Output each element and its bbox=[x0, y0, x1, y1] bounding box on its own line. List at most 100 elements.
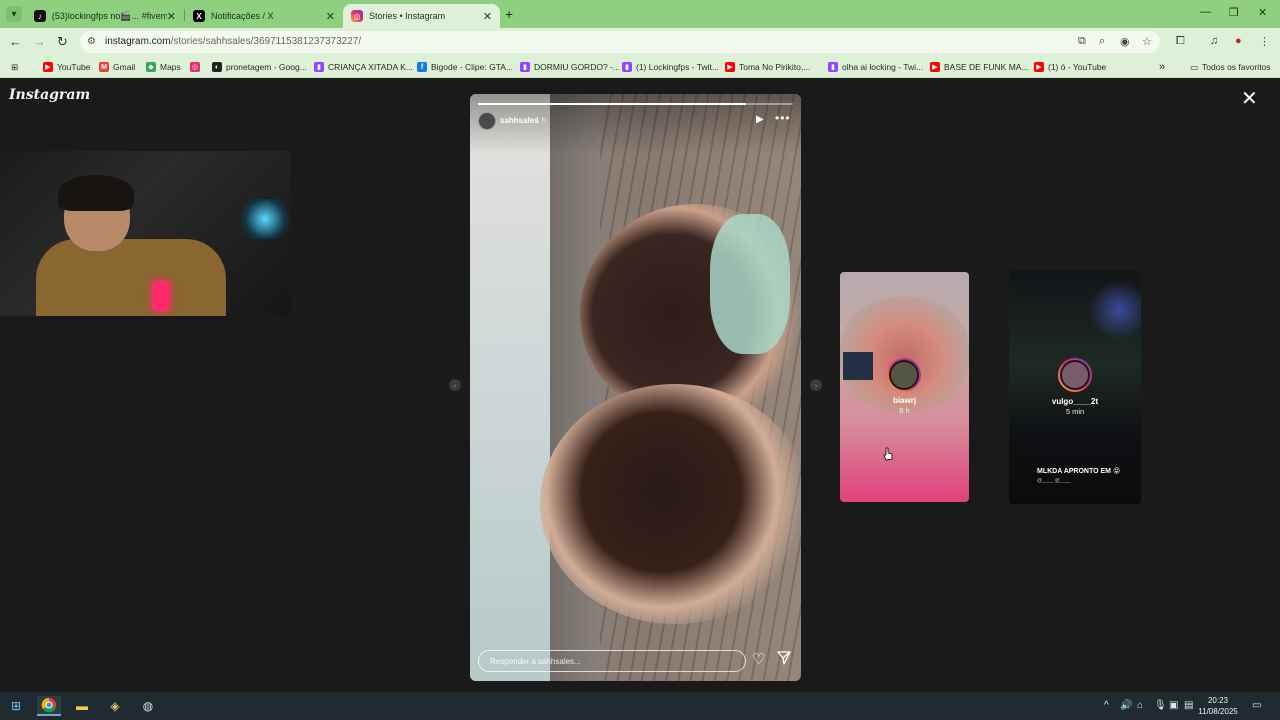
twitch-icon: ▮ bbox=[828, 62, 838, 72]
heart-icon[interactable]: ♡ bbox=[752, 650, 765, 668]
site-info-icon[interactable]: ⚙ bbox=[87, 36, 99, 48]
story-username[interactable]: sahhsales bbox=[500, 116, 539, 125]
bookmark-item[interactable]: M Gmail bbox=[99, 60, 135, 74]
network-icon[interactable]: ⌂ bbox=[1137, 700, 1143, 711]
play-icon[interactable]: ▶ bbox=[756, 114, 764, 125]
current-story[interactable]: sahhsales 1 h ▶ ••• Responder a sahhsale… bbox=[470, 94, 801, 681]
url-text[interactable]: instagram.com/stories/sahhsales/36971153… bbox=[105, 36, 361, 47]
story-thumbnail-detail bbox=[843, 352, 873, 380]
story-subject bbox=[710, 214, 790, 354]
tab-label: Stories • Instagram bbox=[369, 11, 446, 21]
star-icon[interactable]: ☆ bbox=[1142, 35, 1152, 48]
hand-cursor-icon bbox=[883, 447, 893, 461]
new-tab-button[interactable]: + bbox=[505, 6, 513, 22]
chrome-icon[interactable] bbox=[37, 696, 61, 716]
eye-off-icon[interactable]: ◉ bbox=[1120, 35, 1130, 48]
bookmark-item[interactable]: ◐ pronetagem - Goog... bbox=[212, 60, 307, 74]
restore-icon[interactable]: ❐ bbox=[1229, 6, 1239, 19]
bookmark-item[interactable]: ▶ Toma No Pirikito,... bbox=[725, 60, 810, 74]
profile-icon[interactable]: ● bbox=[1235, 35, 1242, 47]
next-story-icon[interactable]: › bbox=[810, 379, 822, 391]
previous-story-icon[interactable]: ‹ bbox=[449, 379, 461, 391]
all-bookmarks-button[interactable]: ▭ Todos os favoritos bbox=[1190, 60, 1271, 74]
next-story-vulgo[interactable]: vulgo____2t 5 min MLKDA APRONTO EM 😝 @__… bbox=[1009, 270, 1141, 504]
rgb-light bbox=[240, 199, 290, 239]
apps-icon[interactable]: ⊞ bbox=[11, 60, 18, 74]
instagram-logo[interactable]: Instagram bbox=[9, 87, 90, 103]
tiktok-icon: ♪ bbox=[34, 10, 46, 22]
story-ring-avatar bbox=[1058, 358, 1092, 392]
bookmark-label: pronetagem - Goog... bbox=[226, 62, 307, 72]
app-icon[interactable]: ◈ bbox=[103, 696, 127, 716]
reload-icon[interactable]: ↻ bbox=[57, 34, 68, 50]
tab-tiktok[interactable]: ♪ (53)lockingfps no🎬... #fivem ✕ bbox=[26, 4, 184, 28]
minimize-icon[interactable]: — bbox=[1200, 6, 1211, 18]
gmail-icon: M bbox=[99, 62, 109, 72]
volume-icon[interactable]: 🔊 bbox=[1120, 700, 1132, 711]
tab-instagram[interactable]: ◎ Stories • Instagram ✕ bbox=[343, 4, 500, 28]
bookmark-item[interactable]: ◎ bbox=[190, 60, 204, 74]
url-domain: instagram.com bbox=[105, 36, 171, 47]
bookmark-item[interactable]: ▮ (1) Lockingfps - Twit... bbox=[622, 60, 719, 74]
tab-label: (53)lockingfps no🎬... #fivem bbox=[51, 10, 167, 21]
send-icon[interactable] bbox=[776, 650, 792, 666]
bookmark-item[interactable]: ◆ Maps bbox=[146, 60, 181, 74]
tab-search-icon[interactable]: ▾ bbox=[6, 6, 22, 22]
story-avatar[interactable] bbox=[478, 112, 496, 130]
close-window-icon[interactable]: ✕ bbox=[1258, 6, 1267, 19]
clock[interactable]: 20:23 11/08/2025 bbox=[1196, 695, 1240, 717]
twitch-icon: ▮ bbox=[520, 62, 530, 72]
address-bar[interactable]: ⚙ instagram.com/stories/sahhsales/369711… bbox=[80, 31, 1160, 53]
stories-viewer: Instagram ✕ ‹ sahhsales 1 h ▶ ••• Respon… bbox=[0, 79, 1280, 692]
next-story-biawrj[interactable]: biawrj 8 h bbox=[840, 272, 969, 502]
story-subject bbox=[540, 384, 801, 624]
wifi-icon[interactable]: ▤ bbox=[1184, 700, 1193, 711]
cast-icon[interactable]: ⧉ bbox=[1078, 35, 1086, 48]
bookmark-item[interactable]: ▮ CRIANÇA XITADA K... bbox=[314, 60, 413, 74]
all-bookmarks-label: Todos os favoritos bbox=[1202, 62, 1271, 72]
close-icon[interactable]: ✕ bbox=[1241, 89, 1258, 109]
maps-icon: ◆ bbox=[146, 62, 156, 72]
media-icon[interactable]: ♫ bbox=[1210, 35, 1218, 47]
file-explorer-icon[interactable]: ▬ bbox=[70, 696, 94, 716]
webcam-overlay bbox=[0, 151, 291, 316]
bookmark-item[interactable]: ▶ BASE DE FUNK MA... bbox=[930, 60, 1029, 74]
youtube-icon: ▶ bbox=[725, 62, 735, 72]
bookmark-label: Gmail bbox=[113, 62, 136, 72]
menu-icon[interactable]: ⋮ bbox=[1259, 35, 1270, 48]
tray-chevron-icon[interactable]: ^ bbox=[1104, 700, 1109, 711]
globe-icon: ◐ bbox=[212, 62, 222, 72]
extensions-icon[interactable]: ⧠ bbox=[1176, 35, 1185, 48]
forward-icon[interactable]: → bbox=[33, 34, 46, 49]
bookmark-item[interactable]: ▮ DORMIU GORDO? -... bbox=[520, 60, 620, 74]
bookmark-item[interactable]: ▶ YouTube bbox=[43, 60, 90, 74]
zoom-icon[interactable]: ⌕ bbox=[1099, 35, 1105, 48]
microphone bbox=[152, 281, 170, 311]
windows-start-icon[interactable]: ⊞ bbox=[4, 696, 28, 716]
story-background bbox=[470, 94, 550, 681]
youtube-icon: ▶ bbox=[930, 62, 940, 72]
obs-icon[interactable]: ◍ bbox=[136, 696, 160, 716]
back-icon[interactable]: ← bbox=[9, 34, 22, 49]
bookmark-item[interactable]: f Bigode - Clipe: GTA... bbox=[417, 60, 513, 74]
more-options-icon[interactable]: ••• bbox=[775, 111, 791, 125]
display-icon[interactable]: ▣ bbox=[1169, 700, 1178, 711]
youtube-icon: ▶ bbox=[1034, 62, 1044, 72]
story-username: biawrj bbox=[892, 396, 917, 405]
tab-x[interactable]: X Notificações / X ✕ bbox=[185, 4, 343, 28]
close-tab-icon[interactable]: ✕ bbox=[167, 10, 176, 23]
clock-time: 20:23 bbox=[1207, 696, 1229, 705]
folder-icon: ▭ bbox=[1190, 61, 1199, 72]
story-time: 8 h bbox=[899, 406, 910, 415]
bookmarks-bar: ⊞ ▶ YouTube M Gmail ◆ Maps ◎ ◐ pronetagem - Goog… bbox=[0, 56, 1280, 78]
bookmark-item[interactable]: ▮ olha ai locking - Twi... bbox=[828, 60, 923, 74]
microphone-icon[interactable]: 🎙 bbox=[1154, 700, 1167, 711]
reply-input[interactable]: Responder a sahhsales... bbox=[478, 650, 746, 672]
story-time: 1 h bbox=[535, 116, 547, 125]
close-tab-icon[interactable]: ✕ bbox=[483, 10, 492, 23]
bookmarks-overflow-icon[interactable]: » bbox=[1159, 60, 1165, 74]
notifications-icon[interactable]: ▭ bbox=[1252, 700, 1261, 711]
bookmark-item[interactable]: ▶ (1) ó - YouTube bbox=[1034, 60, 1106, 74]
youtube-icon: ▶ bbox=[43, 62, 53, 72]
close-tab-icon[interactable]: ✕ bbox=[326, 10, 335, 23]
